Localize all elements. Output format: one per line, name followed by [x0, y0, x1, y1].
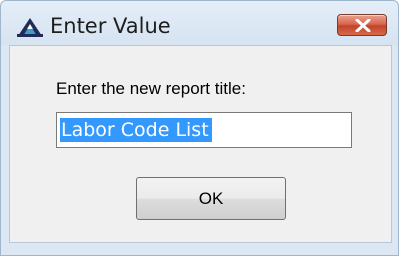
- close-icon: [355, 19, 371, 32]
- prompt-label: Enter the new report title:: [56, 79, 246, 98]
- title-bar[interactable]: Enter Value: [1, 1, 398, 45]
- window-title: Enter Value: [50, 14, 171, 38]
- mountain-logo-icon: [17, 17, 43, 37]
- dialog-window: Enter Value Enter the new report title: …: [0, 0, 399, 256]
- close-button[interactable]: [337, 14, 387, 36]
- selected-input-text[interactable]: Labor Code List: [60, 118, 212, 142]
- ok-button[interactable]: OK: [136, 177, 286, 220]
- report-title-input[interactable]: Labor Code List: [56, 112, 352, 148]
- dialog-body: Enter the new report title: Labor Code L…: [9, 45, 392, 243]
